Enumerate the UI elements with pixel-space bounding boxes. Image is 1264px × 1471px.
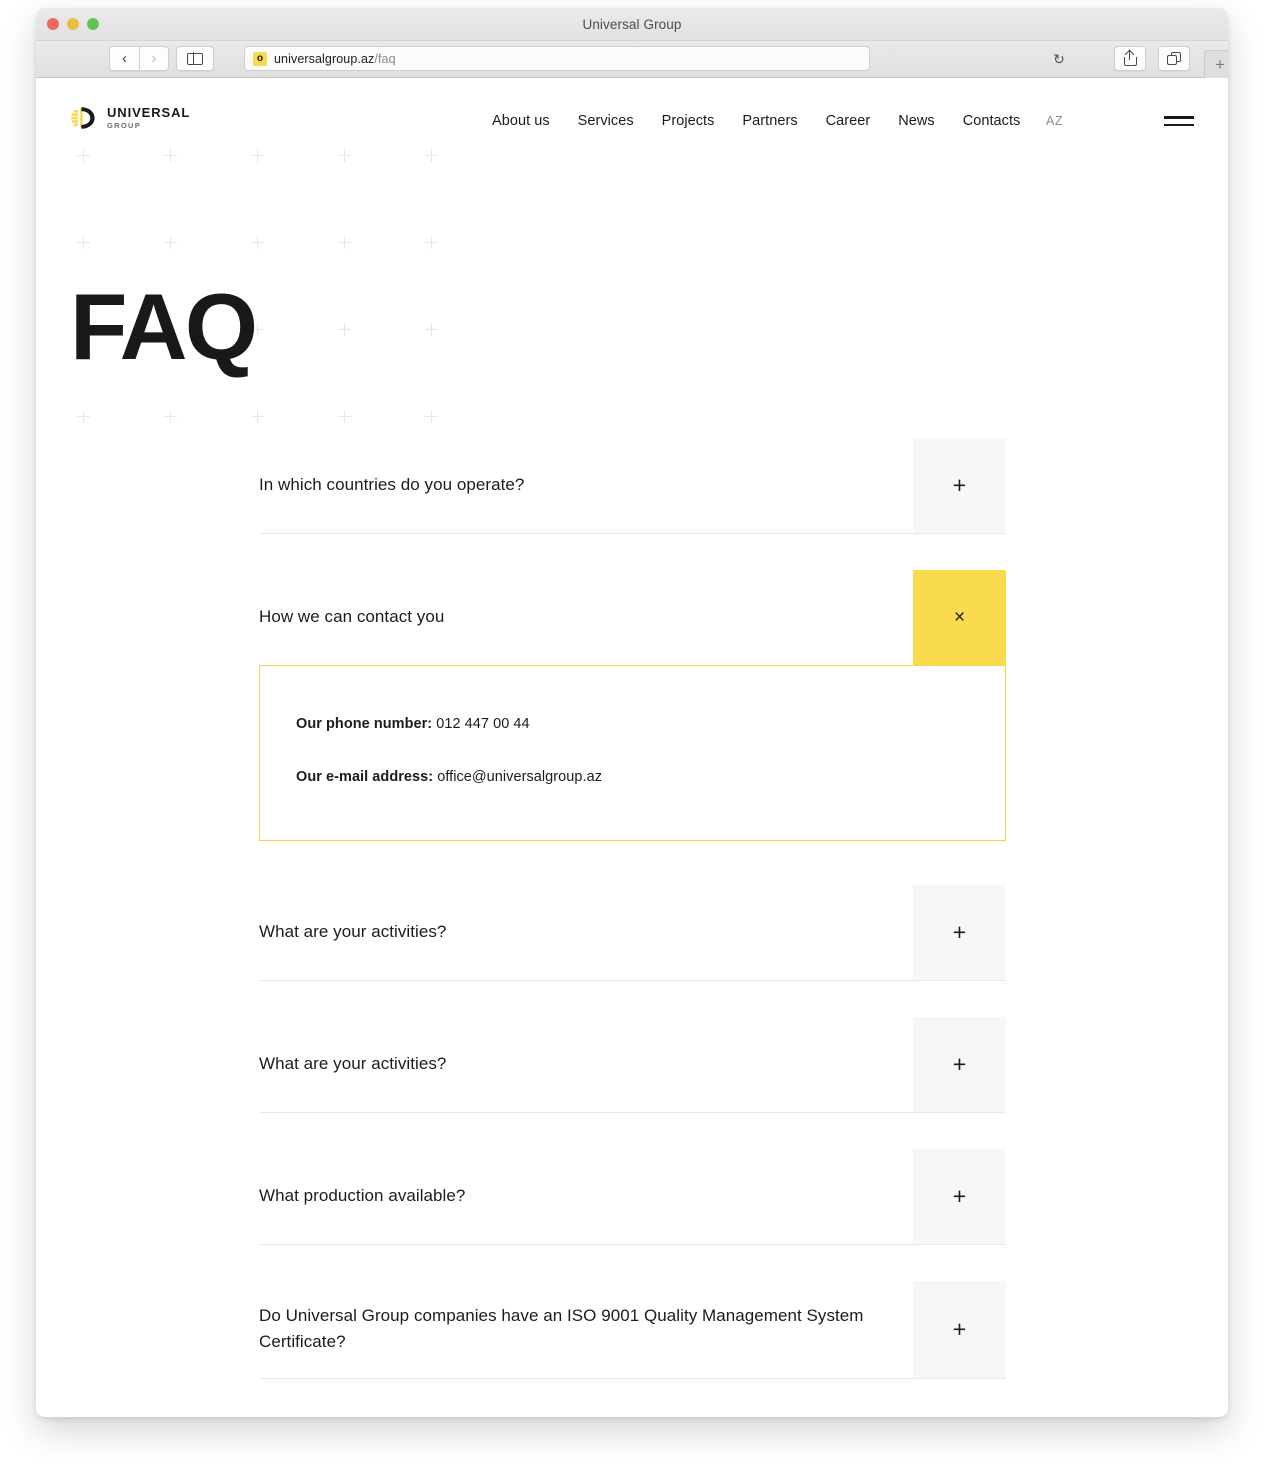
faq-question-text: What are your activities? [259, 1054, 447, 1074]
back-button[interactable]: ‹ [109, 46, 139, 71]
share-icon [1123, 51, 1137, 66]
language-switcher[interactable]: AZ [1046, 78, 1063, 164]
faq-answer-value: 012 447 00 44 [432, 716, 530, 732]
faq-answer-label: Our e-mail address: [296, 768, 434, 785]
plus-mark-icon [77, 236, 90, 249]
nav-link-projects[interactable]: Projects [662, 113, 715, 129]
plus-mark-icon [251, 410, 264, 423]
faq-question-row[interactable]: How we can contact you × [259, 570, 1006, 665]
plus-mark-icon [425, 410, 438, 423]
favicon-icon: o [253, 51, 267, 66]
nav-link-career[interactable]: Career [826, 113, 871, 129]
logo-wordmark: UNIVERSAL GROUP [107, 106, 190, 130]
page-title: FAQ [70, 274, 258, 379]
site-logo[interactable]: UNIVERSAL GROUP [70, 104, 190, 132]
nav-link-services[interactable]: Services [578, 113, 634, 129]
faq-expand-icon[interactable]: + [913, 438, 1006, 533]
faq-close-icon[interactable]: × [913, 570, 1006, 665]
reload-icon: ↻ [1053, 50, 1065, 67]
url-text: universalgroup.az/faq [274, 52, 396, 66]
menu-toggle-button[interactable] [1164, 78, 1196, 164]
faq-expand-icon[interactable]: + [913, 1017, 1006, 1112]
browser-toolbar: ‹ › o universalgroup.az/faq ↻ + [36, 41, 1228, 78]
faq-question-row[interactable]: What are your activities? + [259, 1017, 1006, 1112]
faq-item: In which countries do you operate? + [259, 438, 1006, 570]
nav-link-news[interactable]: News [898, 113, 934, 129]
faq-answer-line: Our e-mail address: office@universalgrou… [296, 767, 969, 789]
main-navigation: About us Services Projects Partners Career Ne… [492, 78, 1020, 164]
share-button[interactable] [1114, 46, 1146, 71]
site-header: UNIVERSAL GROUP About us Services Projects… [36, 78, 1228, 164]
plus-mark-icon [338, 236, 351, 249]
faq-answer-line: Our phone number: 012 447 00 44 [296, 714, 969, 736]
tabs-icon [1167, 52, 1181, 65]
page-viewport: UNIVERSAL GROUP About us Services Projects… [36, 78, 1228, 1417]
reload-button[interactable]: ↻ [1044, 46, 1074, 71]
faq-answer-label: Our phone number: [296, 716, 433, 732]
nav-link-contacts[interactable]: Contacts [963, 113, 1021, 129]
faq-accordion: In which countries do you operate? + How w… [259, 438, 1006, 1415]
window-title: Universal Group [582, 17, 682, 32]
browser-titlebar: Universal Group [36, 8, 1228, 41]
show-tab-overview-button[interactable] [1158, 46, 1190, 71]
url-domain: universalgroup.az [274, 51, 375, 66]
browser-window: Universal Group ‹ › o universalgroup.az/… [36, 8, 1228, 1417]
sidebar-icon [187, 52, 203, 65]
faq-question-text: How we can contact you [259, 607, 445, 627]
chevron-right-icon: › [151, 50, 157, 67]
faq-question-text: What production available? [259, 1186, 466, 1206]
faq-answer-panel: Our phone number: 012 447 00 44 Our e-mai… [259, 665, 1006, 841]
logo-primary-text: UNIVERSAL [107, 105, 191, 121]
sidebar-toggle-button[interactable] [176, 46, 214, 71]
faq-question-text: In which countries do you operate? [259, 475, 525, 495]
faq-answer-value: office@universalgroup.az [433, 768, 602, 785]
logo-secondary-text: GROUP [107, 121, 142, 131]
plus-mark-icon [425, 323, 438, 336]
faq-expand-icon[interactable]: + [913, 885, 1006, 980]
faq-item: What are your activities? + [259, 885, 1006, 1017]
plus-mark-icon [77, 410, 90, 423]
faq-item: Do Universal Group companies have an ISO… [259, 1281, 1006, 1415]
plus-mark-icon [425, 236, 438, 249]
faq-question-row[interactable]: In which countries do you operate? + [259, 438, 1006, 533]
hamburger-line-bottom [1164, 123, 1194, 126]
faq-item: How we can contact you × Our phone number:… [259, 570, 1006, 885]
plus-mark-icon [164, 410, 177, 423]
faq-question-row[interactable]: What are your activities? + [259, 885, 1006, 980]
plus-mark-icon [164, 236, 177, 249]
forward-button[interactable]: › [139, 46, 169, 71]
nav-link-about-us[interactable]: About us [492, 113, 550, 129]
faq-question-text: Do Universal Group companies have an ISO… [259, 1306, 864, 1352]
hamburger-line-top [1164, 116, 1194, 119]
faq-expand-icon[interactable]: + [913, 1281, 1006, 1378]
url-path: /faq [374, 51, 396, 66]
chevron-left-icon: ‹ [122, 50, 127, 67]
faq-question-text: What are your activities? [259, 922, 447, 942]
new-tab-button[interactable]: + [1204, 50, 1228, 78]
plus-mark-icon [338, 323, 351, 336]
plus-mark-icon [251, 236, 264, 249]
faq-question-row[interactable]: What production available? + [259, 1149, 1006, 1244]
universal-group-logo-icon [70, 104, 98, 132]
nav-link-partners[interactable]: Partners [742, 113, 797, 129]
faq-item: What production available? + [259, 1149, 1006, 1281]
address-bar[interactable]: o universalgroup.az/faq [244, 46, 870, 71]
faq-question-row[interactable]: Do Universal Group companies have an ISO… [259, 1281, 1006, 1378]
faq-item: What are your activities? + [259, 1017, 1006, 1149]
faq-expand-icon[interactable]: + [913, 1149, 1006, 1244]
plus-mark-icon [338, 410, 351, 423]
